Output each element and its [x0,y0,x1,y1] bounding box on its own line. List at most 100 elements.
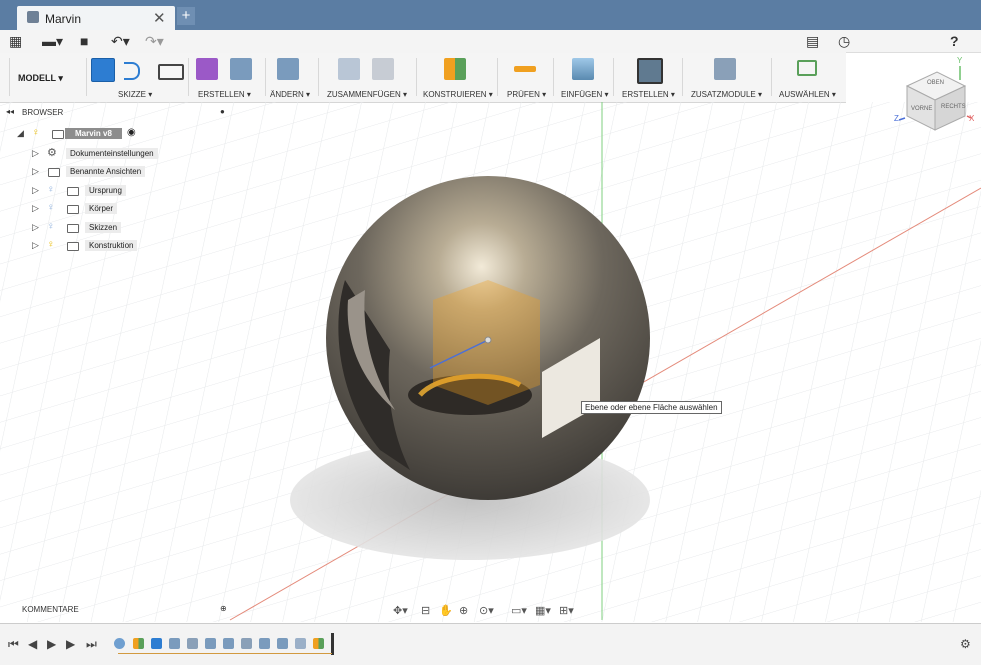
timeline-marker[interactable] [331,633,334,655]
timeline-feature-icon[interactable] [169,638,180,649]
extrude-icon[interactable] [230,58,252,80]
save-icon[interactable]: ■ [80,33,88,49]
root-component-label[interactable]: Marvin v8 [65,128,122,139]
create-output-menu[interactable]: ERSTELLEN ▾ [622,90,675,99]
tree-item-origin[interactable]: ▷ ♀ Ursprung [32,184,172,198]
visibility-bulb-icon[interactable]: ♀ [47,239,55,250]
tree-item-construction[interactable]: ▷ ♀ Konstruktion [32,239,172,253]
tree-item-sketches[interactable]: ▷ ♀ Skizzen [32,221,172,235]
offset-plane-icon[interactable] [444,58,466,80]
assemble-menu[interactable]: ZUSAMMENFÜGEN ▾ [327,90,407,99]
close-tab-icon[interactable]: ✕ [153,9,166,27]
timeline-feature-icon[interactable] [241,638,252,649]
timeline-feature-icon[interactable] [223,638,234,649]
document-tab[interactable]: Marvin ✕ [17,6,175,30]
addins-icon[interactable] [714,58,736,80]
new-component-icon[interactable] [338,58,360,80]
expand-arrow-icon[interactable]: ▷ [32,222,39,233]
help-button[interactable]: ? [950,33,959,49]
modify-menu[interactable]: ÄNDERN ▾ [270,90,310,99]
orbit-icon[interactable]: ✥▾ [393,604,408,617]
insert-menu[interactable]: EINFÜGEN ▾ [561,90,609,99]
step-forward-icon[interactable]: ▶ [66,637,75,651]
select-menu[interactable]: AUSWÄHLEN ▾ [779,90,836,99]
history-icon[interactable]: ◷ [838,33,850,49]
viewcube[interactable]: OBEN VORNE RECHTS Y Z X [894,56,977,138]
rectangle-icon[interactable] [158,64,184,80]
expand-arrow-icon[interactable]: ▷ [32,148,39,159]
joint-icon[interactable] [372,58,394,80]
render-icon[interactable] [637,58,663,84]
addins-menu[interactable]: ZUSATZMODULE ▾ [691,90,762,99]
viewcube-front[interactable]: VORNE [911,106,932,112]
grid-settings-icon[interactable]: ▦▾ [535,604,551,617]
create-menu[interactable]: ERSTELLEN ▾ [198,90,251,99]
browser-header[interactable]: ◂◂ BROWSER ● [4,107,234,119]
tree-root[interactable]: ◢ ♀ Marvin v8 ◉ [17,127,157,141]
timeline-feature-icon[interactable] [114,638,125,649]
browser-pin-icon[interactable]: ● [220,107,225,116]
visibility-bulb-icon[interactable]: ♀ [32,127,40,138]
measure-icon[interactable] [514,66,536,72]
construct-menu[interactable]: KONSTRUIEREN ▾ [423,90,493,99]
redo-icon[interactable]: ↷▾ [145,33,164,49]
tree-item-label[interactable]: Ursprung [85,185,126,196]
line-icon[interactable] [124,62,140,80]
timeline-feature-icon[interactable] [259,638,270,649]
workspace-switcher[interactable]: MODELL ▾ [18,68,78,88]
tree-item-bodies[interactable]: ▷ ♀ Körper [32,202,172,216]
play-icon[interactable]: ▶ [47,637,56,651]
visibility-bulb-icon[interactable]: ♀ [47,184,55,195]
canvas-viewport[interactable] [0,102,981,622]
timeline-feature-icon[interactable] [295,638,306,649]
tree-item-document-settings[interactable]: ▷ ⚙ Dokumenteinstellungen [32,147,172,161]
tree-item-label[interactable]: Körper [85,203,118,214]
pan-icon[interactable]: ✋ [439,604,453,617]
expand-arrow-icon[interactable]: ▷ [32,185,39,196]
visibility-bulb-icon[interactable]: ♀ [47,202,55,213]
go-to-start-icon[interactable]: ⏮ [8,637,19,652]
tree-item-named-views[interactable]: ▷ Benannte Ansichten [32,165,172,179]
timeline-feature-icon[interactable] [187,638,198,649]
comments-panel[interactable]: KOMMENTARE ⊕ [4,604,234,616]
expand-arrow-icon[interactable]: ▷ [32,240,39,251]
inspect-menu[interactable]: PRÜFEN ▾ [507,90,546,99]
timeline-feature-icon[interactable] [205,638,216,649]
collapse-browser-icon[interactable]: ◂◂ [6,107,14,116]
sketch-menu[interactable]: SKIZZE ▾ [118,90,152,99]
timeline-feature-icon[interactable] [277,638,288,649]
press-pull-icon[interactable] [277,58,299,80]
timeline-feature-icon[interactable] [313,638,324,649]
visibility-bulb-icon[interactable]: ♀ [47,221,55,232]
viewcube-top[interactable]: OBEN [927,80,944,86]
notifications-icon[interactable]: ▤ [806,33,819,49]
comments-add-icon[interactable]: ⊕ [220,604,227,613]
form-icon[interactable] [196,58,218,80]
step-back-icon[interactable]: ◀ [28,637,37,651]
file-icon[interactable]: ▬▾ [42,33,63,49]
timeline-feature-icon[interactable] [151,638,162,649]
scene-canvas[interactable] [0,102,981,622]
display-settings-icon[interactable]: ▭▾ [511,604,527,617]
grid-icon[interactable]: ▦ [9,33,22,49]
undo-icon[interactable]: ↶▾ [111,33,130,49]
tree-item-label[interactable]: Konstruktion [85,240,138,251]
canvas-image-icon[interactable] [572,58,594,80]
tree-item-label[interactable]: Benannte Ansichten [66,166,146,177]
select-icon[interactable] [797,60,817,76]
expand-arrow-icon[interactable]: ▷ [32,166,39,177]
viewports-icon[interactable]: ⊞▾ [559,604,574,617]
viewcube-right[interactable]: RECHTS [941,104,966,110]
go-to-end-icon[interactable]: ⏭ [86,637,97,652]
new-tab-button[interactable]: + [177,7,195,25]
timeline-settings-icon[interactable]: ⚙ [960,637,971,651]
tree-item-label[interactable]: Skizzen [85,222,122,233]
expand-arrow-icon[interactable]: ▷ [32,203,39,214]
zoom-icon[interactable]: ⊕ [459,604,468,617]
look-at-icon[interactable]: ⊟ [421,604,430,617]
fit-icon[interactable]: ⊙▾ [479,604,494,617]
timeline-feature-icon[interactable] [133,638,144,649]
activate-icon[interactable]: ◉ [127,127,136,138]
collapse-arrow-icon[interactable]: ◢ [17,128,24,139]
tree-item-label[interactable]: Dokumenteinstellungen [66,148,158,159]
